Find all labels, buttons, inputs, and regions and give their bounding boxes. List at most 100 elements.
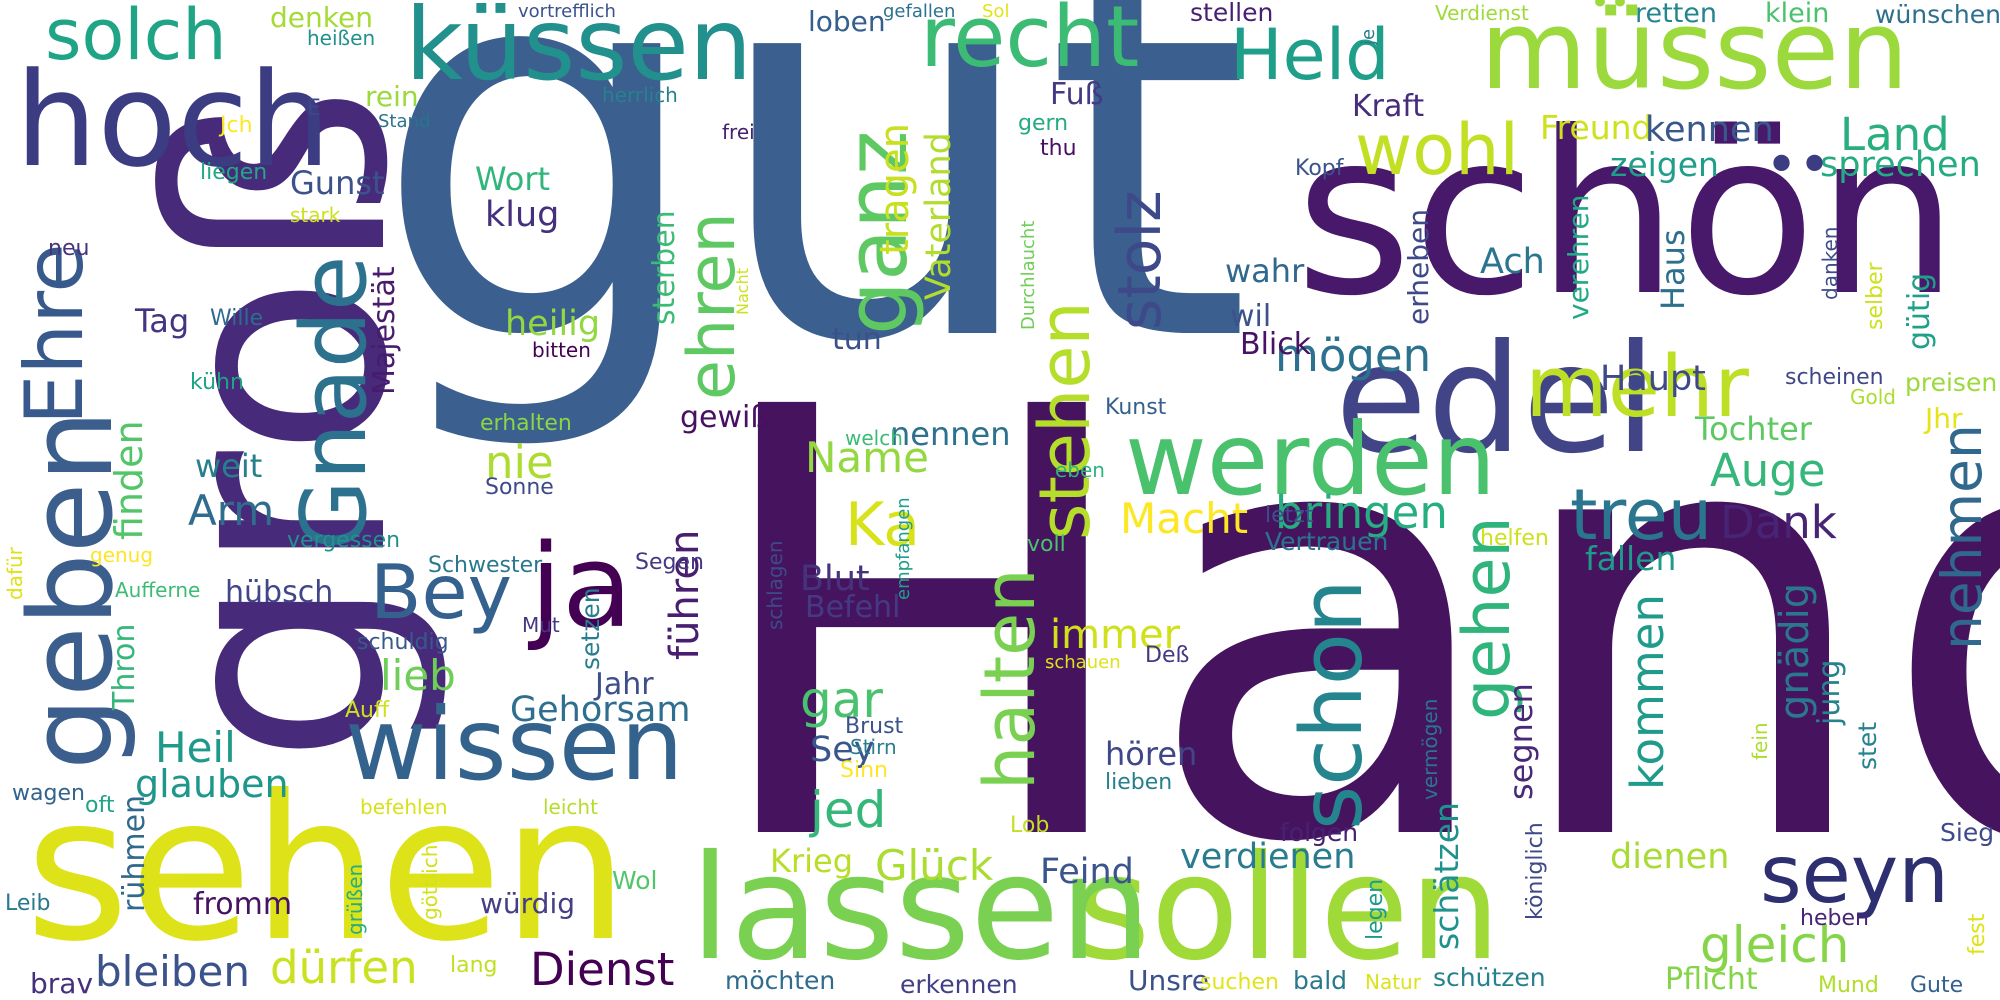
word-aufferne: Aufferne <box>115 578 201 602</box>
word-halten: halten <box>969 568 1051 790</box>
word-jhr: Jhr <box>1925 402 1963 435</box>
word-wol: Wol <box>612 866 658 895</box>
word-danken: danken <box>1818 226 1842 300</box>
word-glauben: glauben <box>135 762 289 806</box>
word-heilig: heilig <box>505 304 601 344</box>
word-jahr: Jahr <box>595 667 654 702</box>
word-fallen: fallen <box>1585 539 1677 578</box>
word-solch: solch <box>45 0 227 76</box>
word-sterben: sterben <box>647 210 682 325</box>
word-vortrefflich: vortrefflich <box>518 1 616 22</box>
word-suchen: suchen <box>1200 970 1279 995</box>
word-krieg: Krieg <box>770 842 854 880</box>
word-gunst: Gunst <box>290 164 385 202</box>
word-wahr: wahr <box>1225 252 1305 290</box>
word-feind: Feind <box>1040 852 1134 892</box>
word-macht: Macht <box>1120 494 1249 543</box>
word-letzt: letzt <box>1265 503 1314 528</box>
word-haus: Haus <box>1654 229 1692 310</box>
word-sprechen: sprechen <box>1820 145 1981 185</box>
word-selber: selber <box>1863 262 1888 330</box>
word-ach: Ach <box>1480 242 1545 282</box>
word-legen: legen <box>1363 878 1388 940</box>
word-vergessen: vergessen <box>287 528 401 553</box>
word-wuenschen: wünschen <box>1875 0 2000 29</box>
word-guetig: gütig <box>1902 272 1937 350</box>
word-vaterland: Vaterland <box>919 132 959 300</box>
word-folgen: folgen <box>1280 818 1359 847</box>
word-fein: fein <box>1748 722 1772 760</box>
word-goettlich: göttlich <box>418 844 442 920</box>
word-schlagen: schlagen <box>763 540 787 630</box>
word-wort: Wort <box>475 160 551 198</box>
word-weit: weit <box>195 447 263 485</box>
word-duerfen: dürfen <box>270 941 418 994</box>
word-loben: loben <box>808 5 886 38</box>
word-dienst: Dienst <box>530 943 675 996</box>
word-empfangen: empfangen <box>893 497 914 600</box>
word-wille: Wille <box>210 306 264 331</box>
word-stehen: stehen <box>1024 301 1106 540</box>
word-auge: Auge <box>1710 444 1826 497</box>
word-gute: Gute <box>1910 973 1964 998</box>
word-stolz: stolz <box>1105 190 1175 330</box>
word-nennen: nennen <box>890 415 1011 453</box>
word-nehmen: nehmen <box>1930 424 1994 650</box>
word-gern: gern <box>1018 111 1069 136</box>
word-scheinen: scheinen <box>1785 365 1884 390</box>
word-erkennen: erkennen <box>900 970 1018 999</box>
word-erheben: erheben <box>1402 209 1435 325</box>
word-dots-top: •• <box>1590 0 1631 23</box>
word-e: E <box>307 96 321 121</box>
word-leib: Leib <box>5 891 51 916</box>
word-arm: Arm <box>188 486 275 535</box>
word-schauen: schauen <box>1045 652 1121 673</box>
word-koeniglich: königlich <box>1523 822 1548 920</box>
word-voll: voll <box>1027 532 1066 557</box>
word-bitten: bitten <box>532 338 591 362</box>
word-pflicht: Pflicht <box>1665 962 1758 997</box>
word-stark: stark <box>290 203 341 227</box>
word-neu: neu <box>48 236 90 261</box>
word-seyn: seyn <box>1760 828 1949 921</box>
word-mund: Mund <box>1818 973 1879 998</box>
word-hoeren: hören <box>1105 735 1198 773</box>
word-schuetzen: schützen <box>1433 963 1546 992</box>
word-jch: Jch <box>220 113 253 138</box>
word-sieg: Sieg <box>1940 818 1995 847</box>
word-dots-mid: •• <box>1765 133 1832 198</box>
word-rein: rein <box>365 80 419 113</box>
word-segen: Segen <box>635 550 704 575</box>
word-frei: frei <box>722 120 755 144</box>
word-kunst: Kunst <box>1105 395 1167 420</box>
word-retten: retten <box>1635 0 1718 29</box>
word-fromm: fromm <box>193 887 293 922</box>
word-genug: genug <box>90 543 154 567</box>
word-finden: finden <box>107 420 151 540</box>
word-setzen: setzen <box>576 587 605 670</box>
word-gnaedig: gnädig <box>1772 582 1818 720</box>
word-natur: Natur <box>1365 970 1421 994</box>
word-vertrauen: Vertrauen <box>1265 527 1389 556</box>
word-wagen: wagen <box>12 781 85 806</box>
word-wuerdig: würdig <box>480 887 575 920</box>
word-jed: jed <box>810 781 887 839</box>
word-unsre: Unsre <box>1128 964 1209 997</box>
word-majestaet: Majestät <box>367 266 402 395</box>
word-klug: klug <box>485 195 560 235</box>
word-jung: jung <box>1812 659 1847 725</box>
word-erhalten: erhalten <box>480 411 572 436</box>
word-lang: lang <box>450 953 498 978</box>
word-kraft: Kraft <box>1352 89 1425 124</box>
word-gefallen: gefallen <box>883 1 956 22</box>
word-tag: Tag <box>135 302 190 340</box>
word-verehren: verehren <box>1562 194 1595 320</box>
word-schuldig: schuldig <box>357 630 449 655</box>
word-auff: Auff <box>345 698 390 723</box>
word-cloud: gut Hand groß schön sehen sollen lassen … <box>0 0 2000 1000</box>
word-gruessen: grüßen <box>343 863 367 935</box>
word-kennen: kennen <box>1645 110 1774 150</box>
word-je: je <box>1358 28 1379 45</box>
word-sonne: Sonne <box>485 475 554 500</box>
word-zeigen: zeigen <box>1610 145 1719 184</box>
